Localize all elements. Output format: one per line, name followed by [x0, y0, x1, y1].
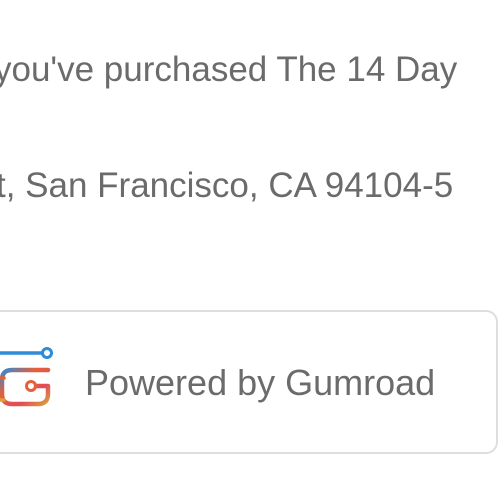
purchase-notice-text: you've purchased The 14 Day [0, 50, 458, 89]
powered-by-gumroad-button[interactable]: Powered by Gumroad [0, 310, 498, 454]
company-address-text: t, San Francisco, CA 94104-5 [0, 166, 454, 205]
email-footer: you've purchased The 14 Day t, San Franc… [0, 0, 500, 500]
gumroad-icon [0, 347, 53, 407]
powered-by-label: Powered by Gumroad [85, 362, 436, 403]
